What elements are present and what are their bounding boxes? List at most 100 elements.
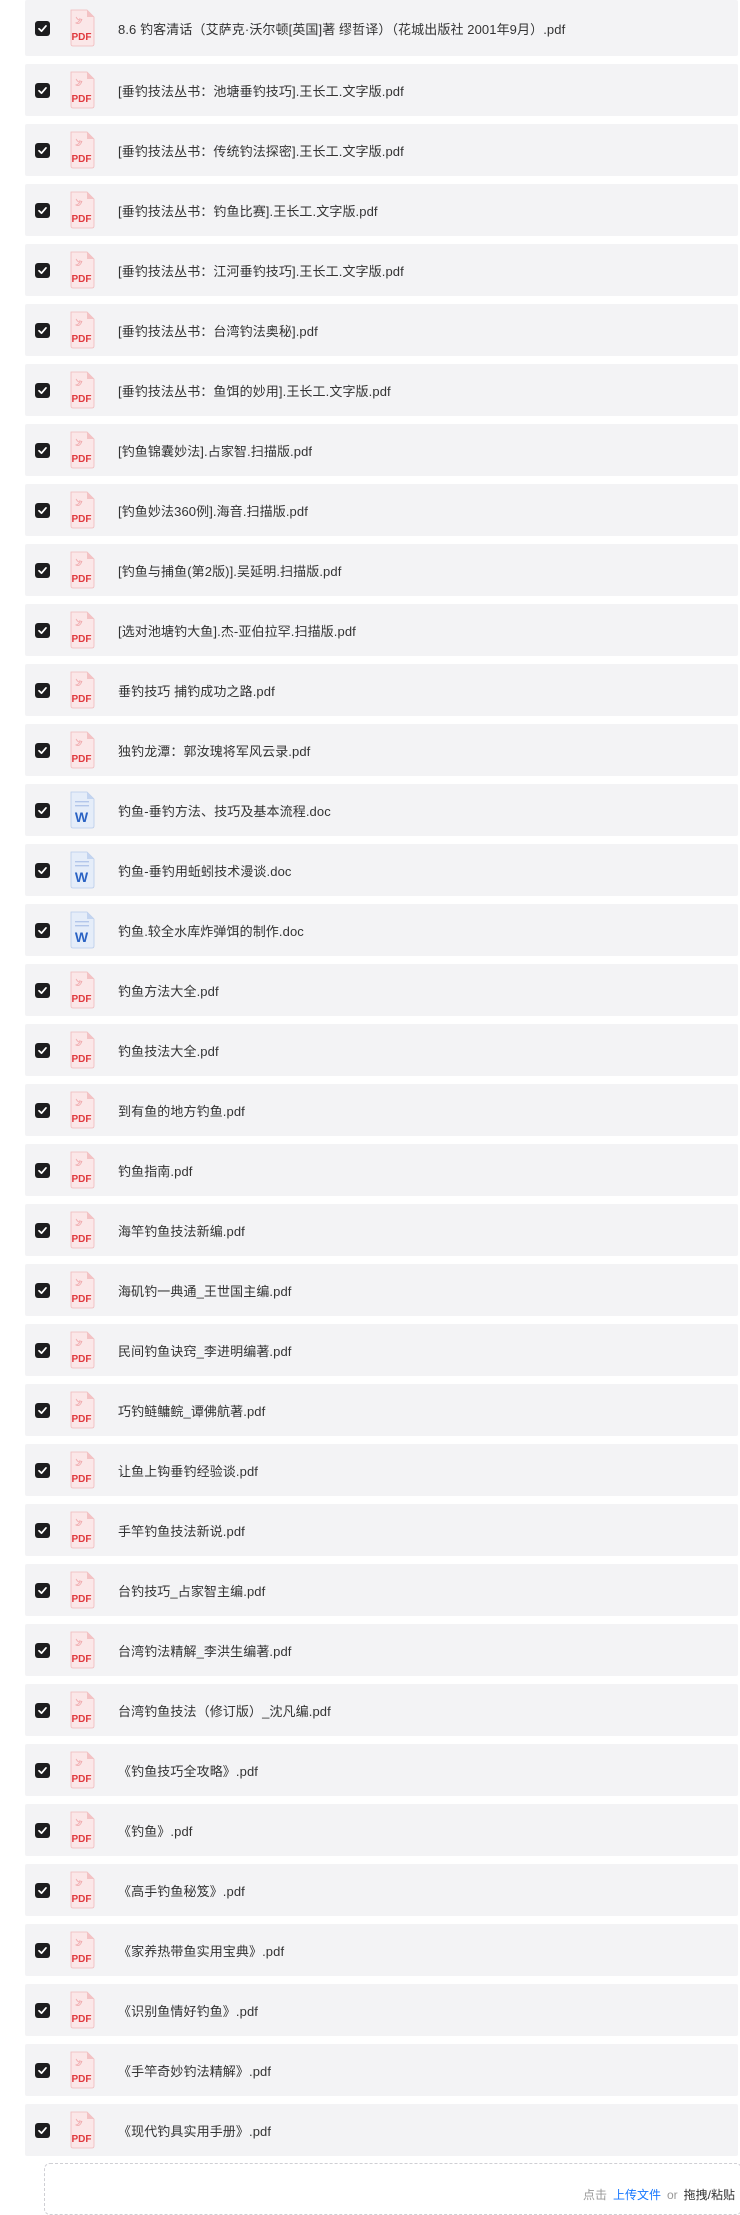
file-checkbox[interactable] <box>35 20 50 36</box>
file-row[interactable]: PDF 《现代钓具实用手册》.pdf <box>25 2104 738 2156</box>
file-checkbox[interactable] <box>35 1402 50 1418</box>
file-row[interactable]: PDF 8.6 钓客清话（艾萨克·沃尔顿[英国]著 缪哲译）（花城出版社 200… <box>25 0 738 56</box>
file-name: 钓鱼-垂钓方法、技巧及基本流程.doc <box>118 803 331 819</box>
file-checkbox[interactable] <box>35 1642 50 1658</box>
file-checkbox[interactable] <box>35 1162 50 1178</box>
svg-text:W: W <box>75 869 89 885</box>
file-checkbox[interactable] <box>35 1942 50 1958</box>
svg-text:PDF: PDF <box>72 1234 92 1245</box>
file-row[interactable]: PDF [钓鱼妙法360例].海音.扫描版.pdf <box>25 484 738 536</box>
svg-text:PDF: PDF <box>72 694 92 705</box>
file-checkbox[interactable] <box>35 2122 50 2138</box>
file-row[interactable]: PDF 《高手钓鱼秘笈》.pdf <box>25 1864 738 1916</box>
file-row[interactable]: PDF [垂钓技法丛书：鱼饵的妙用].王长工.文字版.pdf <box>25 364 738 416</box>
file-checkbox[interactable] <box>35 1522 50 1538</box>
file-row[interactable]: PDF 《手竿奇妙钓法精解》.pdf <box>25 2044 738 2096</box>
checkmark-icon <box>38 1586 47 1594</box>
file-row[interactable]: PDF [选对池塘钓大鱼].杰-亚伯拉罕.扫描版.pdf <box>25 604 738 656</box>
file-checkbox[interactable] <box>35 622 50 638</box>
file-checkbox[interactable] <box>35 442 50 458</box>
file-checkbox[interactable] <box>35 742 50 758</box>
file-row[interactable]: PDF [垂钓技法丛书：台湾钓法奥秘].pdf <box>25 304 738 356</box>
file-row[interactable]: PDF 《识别鱼情好钓鱼》.pdf <box>25 1984 738 2036</box>
svg-text:PDF: PDF <box>72 1654 92 1665</box>
pdf-icon: PDF <box>67 1691 97 1729</box>
file-row[interactable]: PDF [钓鱼锦囊妙法].占家智.扫描版.pdf <box>25 424 738 476</box>
upload-dropzone[interactable]: 点击 上传文件 or 拖拽/粘贴 <box>44 2163 740 2215</box>
file-row[interactable]: PDF [垂钓技法丛书：钓鱼比赛].王长工.文字版.pdf <box>25 184 738 236</box>
file-checkbox[interactable] <box>35 562 50 578</box>
file-row[interactable]: W 钓鱼-垂钓方法、技巧及基本流程.doc <box>25 784 738 836</box>
file-checkbox[interactable] <box>35 262 50 278</box>
svg-text:PDF: PDF <box>72 1594 92 1605</box>
file-row[interactable]: PDF 手竿钓鱼技法新说.pdf <box>25 1504 738 1556</box>
file-row[interactable]: PDF 钓鱼技法大全.pdf <box>25 1024 738 1076</box>
file-row[interactable]: PDF [钓鱼与捕鱼(第2版)].吴延明.扫描版.pdf <box>25 544 738 596</box>
checkmark-icon <box>38 746 47 754</box>
file-checkbox[interactable] <box>35 1702 50 1718</box>
file-row[interactable]: PDF 垂钓技巧 捕钓成功之路.pdf <box>25 664 738 716</box>
pdf-icon: PDF <box>67 1631 97 1669</box>
word-icon: W <box>67 791 97 829</box>
file-checkbox[interactable] <box>35 1282 50 1298</box>
file-row[interactable]: PDF 独钓龙潭：郭汝瑰将军风云录.pdf <box>25 724 738 776</box>
upload-or-label: or <box>666 2188 678 2202</box>
upload-file-link[interactable]: 上传文件 <box>613 2188 661 2202</box>
file-row[interactable]: PDF 到有鱼的地方钓鱼.pdf <box>25 1084 738 1136</box>
checkmark-icon <box>38 1466 47 1474</box>
file-checkbox[interactable] <box>35 1762 50 1778</box>
file-checkbox[interactable] <box>35 1102 50 1118</box>
file-checkbox[interactable] <box>35 1042 50 1058</box>
file-checkbox[interactable] <box>35 142 50 158</box>
file-name: 民间钓鱼诀窍_李进明编著.pdf <box>118 1343 292 1359</box>
file-row[interactable]: PDF 台湾钓鱼技法（修订版）_沈凡编.pdf <box>25 1684 738 1736</box>
file-row[interactable]: PDF 钓鱼指南.pdf <box>25 1144 738 1196</box>
file-checkbox[interactable] <box>35 322 50 338</box>
file-checkbox[interactable] <box>35 682 50 698</box>
svg-text:PDF: PDF <box>72 574 92 585</box>
file-row[interactable]: PDF 钓鱼方法大全.pdf <box>25 964 738 1016</box>
file-checkbox[interactable] <box>35 982 50 998</box>
drag-paste-link[interactable]: 拖拽/粘贴 <box>684 2188 735 2202</box>
pdf-icon: PDF <box>67 131 97 169</box>
file-row[interactable]: PDF [垂钓技法丛书：传统钓法探密].王长工.文字版.pdf <box>25 124 738 176</box>
file-checkbox[interactable] <box>35 82 50 98</box>
file-row[interactable]: PDF 台钓技巧_占家智主编.pdf <box>25 1564 738 1616</box>
file-checkbox[interactable] <box>35 1582 50 1598</box>
file-row[interactable]: PDF [垂钓技法丛书：江河垂钓技巧].王长工.文字版.pdf <box>25 244 738 296</box>
file-row[interactable]: W 钓鱼-垂钓用蚯蚓技术漫谈.doc <box>25 844 738 896</box>
file-row[interactable]: PDF 台湾钓法精解_李洪生编著.pdf <box>25 1624 738 1676</box>
file-row[interactable]: PDF 让鱼上钩垂钓经验谈.pdf <box>25 1444 738 1496</box>
file-checkbox[interactable] <box>35 2002 50 2018</box>
file-row[interactable]: PDF [垂钓技法丛书：池塘垂钓技巧].王长工.文字版.pdf <box>25 64 738 116</box>
file-checkbox[interactable] <box>35 1882 50 1898</box>
file-checkbox[interactable] <box>35 382 50 398</box>
file-row[interactable]: PDF 《钓鱼》.pdf <box>25 1804 738 1856</box>
file-row[interactable]: PDF 《家养热带鱼实用宝典》.pdf <box>25 1924 738 1976</box>
checkmark-icon <box>38 686 47 694</box>
file-checkbox[interactable] <box>35 922 50 938</box>
file-row[interactable]: PDF 民间钓鱼诀窍_李进明编著.pdf <box>25 1324 738 1376</box>
file-checkbox[interactable] <box>35 202 50 218</box>
file-checkbox[interactable] <box>35 862 50 878</box>
svg-text:PDF: PDF <box>72 32 92 43</box>
file-checkbox[interactable] <box>35 1222 50 1238</box>
svg-text:PDF: PDF <box>72 1474 92 1485</box>
file-checkbox[interactable] <box>35 502 50 518</box>
file-row[interactable]: PDF 巧钓鲢鳙鲩_谭佛航著.pdf <box>25 1384 738 1436</box>
pdf-icon: PDF <box>67 1211 97 1249</box>
svg-text:PDF: PDF <box>72 2134 92 2145</box>
pdf-icon: PDF <box>67 251 97 289</box>
file-checkbox[interactable] <box>35 1822 50 1838</box>
file-row[interactable]: W 钓鱼.较全水库炸弹饵的制作.doc <box>25 904 738 956</box>
file-checkbox[interactable] <box>35 1462 50 1478</box>
file-checkbox[interactable] <box>35 2062 50 2078</box>
svg-text:PDF: PDF <box>72 2014 92 2025</box>
file-row[interactable]: PDF 《钓鱼技巧全攻略》.pdf <box>25 1744 738 1796</box>
file-row[interactable]: PDF 海竿钓鱼技法新编.pdf <box>25 1204 738 1256</box>
file-name: 《高手钓鱼秘笈》.pdf <box>118 1883 245 1899</box>
checkmark-icon <box>38 2066 47 2074</box>
file-row[interactable]: PDF 海矶钓一典通_王世国主编.pdf <box>25 1264 738 1316</box>
file-checkbox[interactable] <box>35 802 50 818</box>
file-checkbox[interactable] <box>35 1342 50 1358</box>
